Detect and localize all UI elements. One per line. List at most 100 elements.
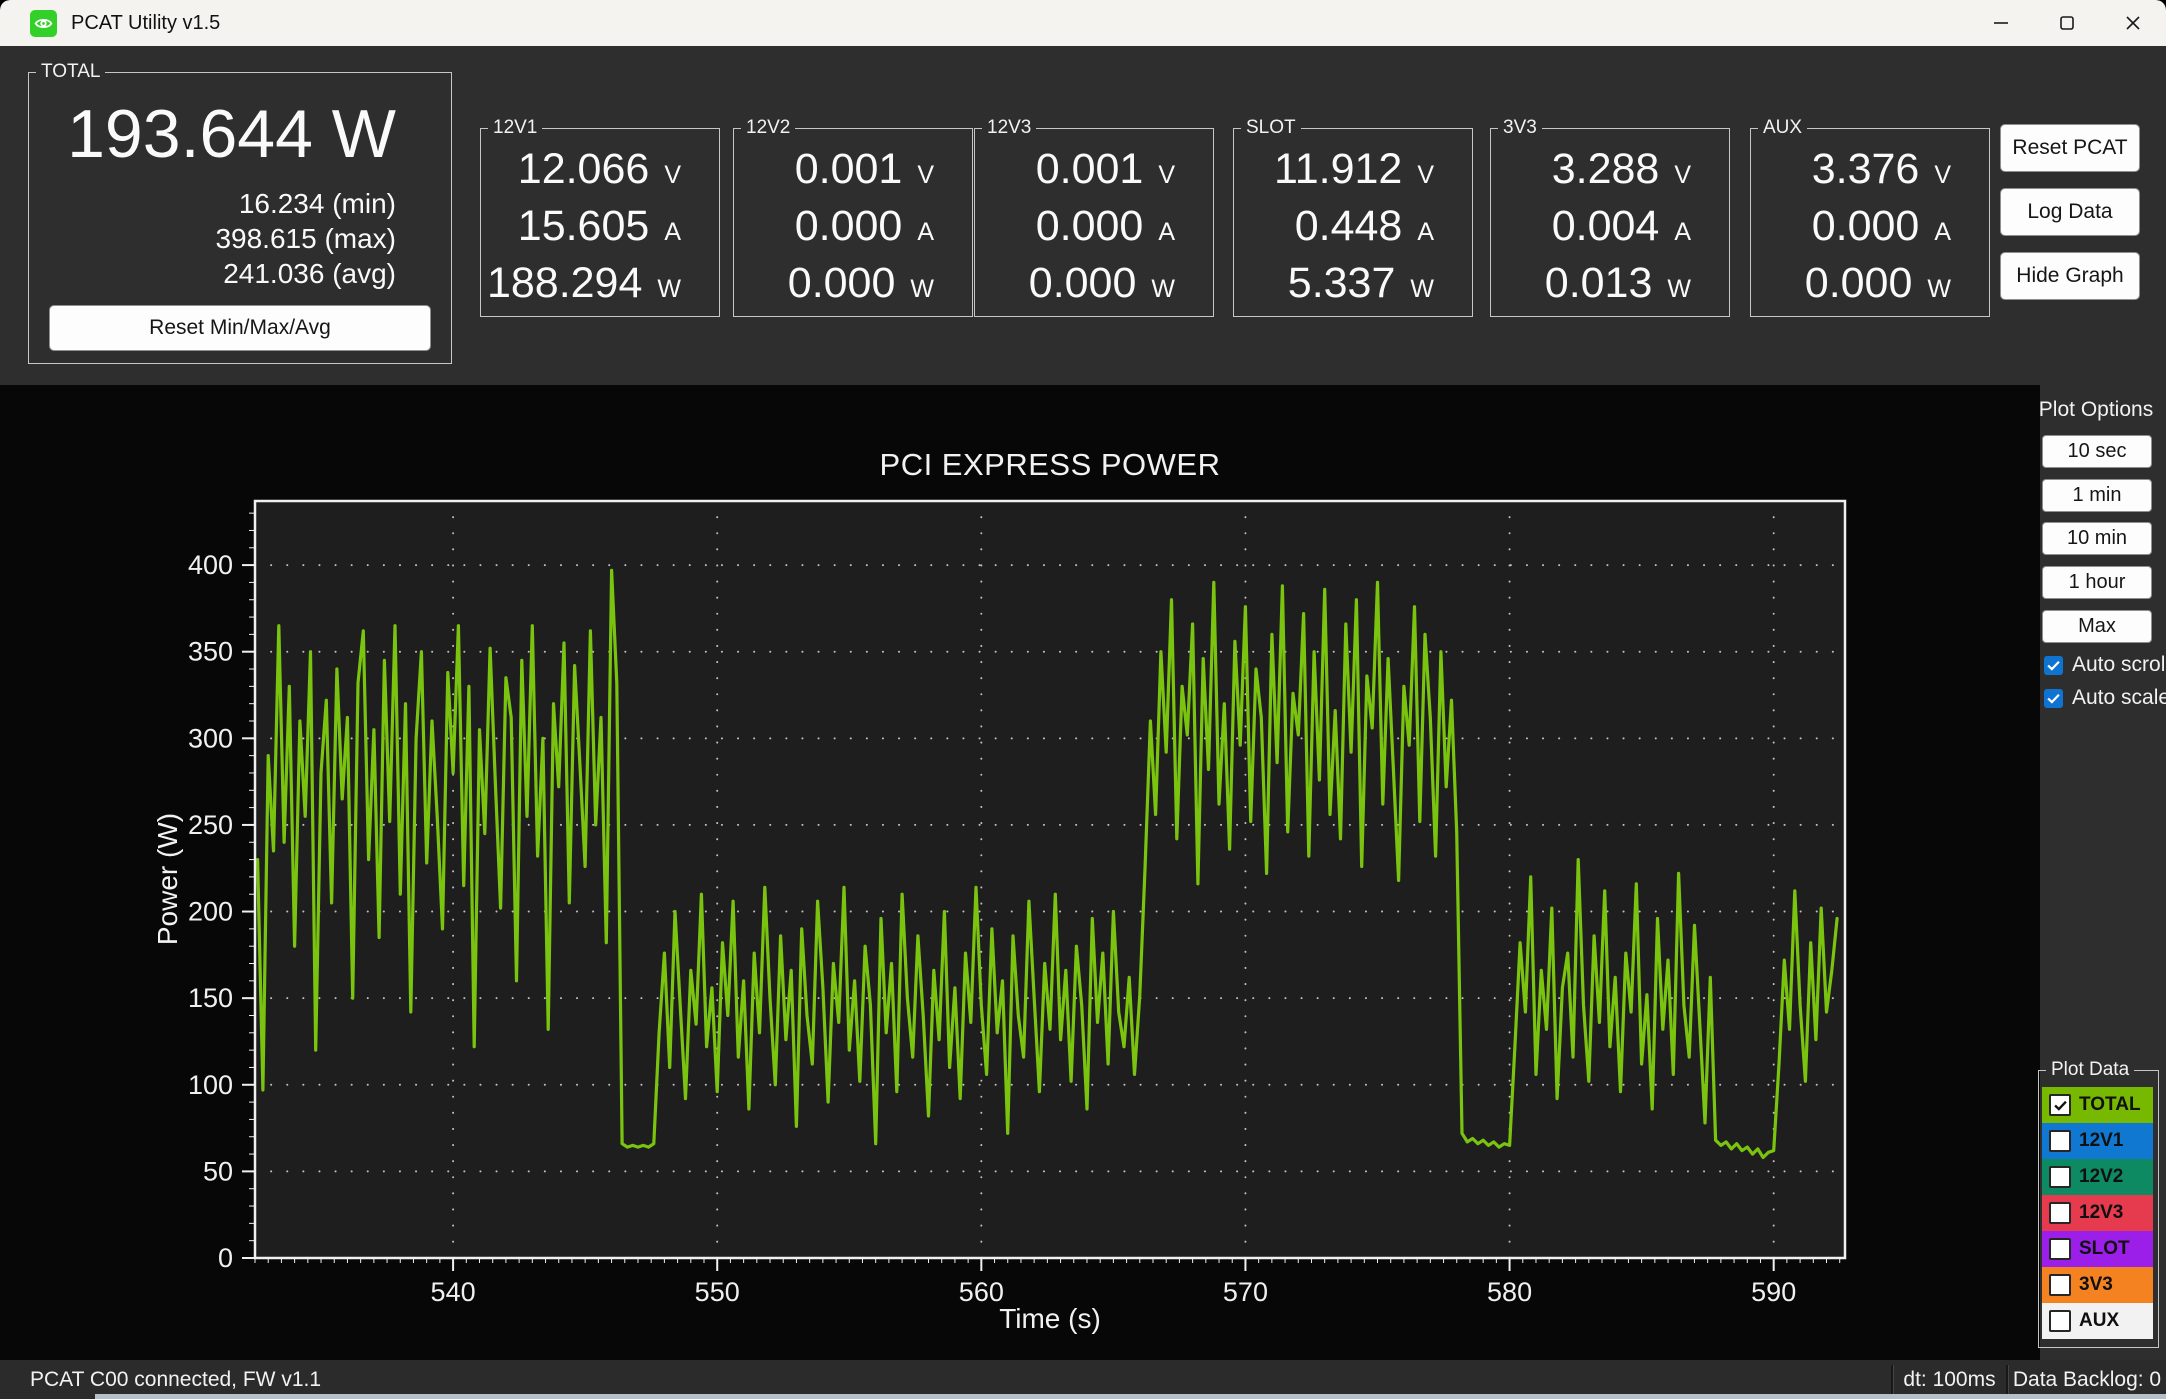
3v3-checkbox-icon (2049, 1274, 2071, 1296)
rail-panel-12v3: 12V3 0.001V 0.000A 0.000W (974, 128, 1214, 317)
plot-range-max-button[interactable]: Max (2042, 610, 2152, 643)
auto-scale-checkbox[interactable]: Auto scale (2044, 686, 2166, 710)
volts-unit: V (1417, 161, 1434, 190)
plot-range-1hour-button[interactable]: 1 hour (2042, 566, 2152, 599)
svg-text:100: 100 (188, 1070, 233, 1100)
plot-range-10sec-button[interactable]: 10 sec (2042, 435, 2152, 468)
rail-panel-12v2: 12V2 0.001V 0.000A 0.000W (733, 128, 973, 317)
plot-data-panel: Plot Data TOTAL 12V1 12V2 12V3 SLOT 3V3 … (2038, 1070, 2159, 1348)
nvidia-logo-icon (30, 10, 57, 37)
minimize-button[interactable] (1968, 0, 2034, 46)
data-backlog-status: Data Backlog: 0 (2008, 1368, 2166, 1392)
svg-text:350: 350 (188, 637, 233, 667)
rail-label: 12V2 (741, 117, 795, 139)
rail-amps: 0.448 (1295, 202, 1403, 251)
legend-label: 3V3 (2079, 1274, 2113, 1296)
watts-unit: W (1667, 275, 1691, 304)
amps-unit: A (1674, 218, 1691, 247)
svg-text:250: 250 (188, 810, 233, 840)
rail-watts: 0.000 (1805, 259, 1913, 308)
volts-unit: V (1934, 161, 1951, 190)
rail-amps: 0.000 (1036, 202, 1144, 251)
auto-scroll-checkbox[interactable]: Auto scroll (2044, 653, 2166, 677)
amps-unit: A (1934, 218, 1951, 247)
rail-watts: 5.337 (1288, 259, 1396, 308)
rail-volts: 0.001 (1036, 145, 1144, 194)
legend-row-aux[interactable]: AUX (2042, 1303, 2153, 1339)
auto-scroll-check-icon (2044, 656, 2063, 675)
total-panel: TOTAL 193.644 W 16.234 (min) 398.615 (ma… (28, 72, 452, 364)
auto-scroll-label: Auto scroll (2072, 653, 2166, 677)
reset-pcat-button[interactable]: Reset PCAT (2000, 124, 2140, 172)
aux-checkbox-icon (2049, 1310, 2071, 1332)
watts-unit: W (1410, 275, 1434, 304)
volts-unit: V (917, 161, 934, 190)
rail-label: 3V3 (1498, 117, 1542, 139)
volts-unit: V (664, 161, 681, 190)
chart-region: PCI EXPRESS POWER Power (W) Time (s) 540… (0, 385, 2040, 1360)
legend-label: SLOT (2079, 1238, 2130, 1260)
legend-label: 12V2 (2079, 1166, 2123, 1188)
svg-text:0: 0 (218, 1243, 233, 1273)
watts-unit: W (910, 275, 934, 304)
rail-amps: 0.004 (1552, 202, 1660, 251)
rail-watts: 0.000 (1029, 259, 1137, 308)
svg-text:400: 400 (188, 550, 233, 580)
rail-volts: 11.912 (1274, 145, 1402, 194)
total-checkbox-icon (2049, 1094, 2071, 1116)
slot-checkbox-icon (2049, 1238, 2071, 1260)
amps-unit: A (664, 218, 681, 247)
legend-row-3v3[interactable]: 3V3 (2042, 1267, 2153, 1303)
plot-options-title: Plot Options (2030, 398, 2162, 422)
amps-unit: A (917, 218, 934, 247)
app-window: PCAT Utility v1.5 TOTAL 193.644 W 16.234… (0, 0, 2166, 1399)
total-min-value: 16.234 (min) (239, 188, 396, 220)
sample-interval-status: dt: 100ms (1893, 1368, 2006, 1392)
plot-range-1min-button[interactable]: 1 min (2042, 479, 2152, 512)
legend-row-12v2[interactable]: 12V2 (2042, 1159, 2153, 1195)
12v2-checkbox-icon (2049, 1166, 2071, 1188)
rail-panel-3v3: 3V3 3.288V 0.004A 0.013W (1490, 128, 1730, 317)
auto-scale-check-icon (2044, 689, 2063, 708)
rail-watts: 188.294 (487, 259, 642, 308)
volts-unit: V (1674, 161, 1691, 190)
total-max-value: 398.615 (max) (215, 223, 396, 255)
rail-watts: 0.000 (788, 259, 896, 308)
legend-row-12v1[interactable]: 12V1 (2042, 1123, 2153, 1159)
rail-label: 12V1 (488, 117, 542, 139)
total-power-value: 193.644 W (67, 95, 396, 173)
legend-row-slot[interactable]: SLOT (2042, 1231, 2153, 1267)
power-plot: 5405505605705805900501001502002503003504… (0, 385, 2040, 1360)
rail-label: AUX (1758, 117, 1807, 139)
titlebar: PCAT Utility v1.5 (0, 0, 2166, 46)
plot-range-10min-button[interactable]: 10 min (2042, 522, 2152, 555)
maximize-button[interactable] (2034, 0, 2100, 46)
rail-amps: 0.000 (795, 202, 903, 251)
legend-row-12v3[interactable]: 12V3 (2042, 1195, 2153, 1231)
watts-unit: W (1151, 275, 1175, 304)
window-bottom-edge (95, 1394, 2166, 1399)
reset-min-max-avg-button[interactable]: Reset Min/Max/Avg (49, 305, 431, 351)
volts-unit: V (1158, 161, 1175, 190)
connection-status: PCAT C00 connected, FW v1.1 (30, 1368, 321, 1392)
rail-volts: 3.288 (1552, 145, 1660, 194)
rail-amps: 15.605 (518, 202, 650, 251)
total-avg-value: 241.036 (avg) (223, 258, 396, 290)
legend-row-total[interactable]: TOTAL (2042, 1087, 2153, 1123)
total-panel-label: TOTAL (36, 61, 105, 83)
12v3-checkbox-icon (2049, 1202, 2071, 1224)
rail-volts: 3.376 (1812, 145, 1920, 194)
plot-data-label: Plot Data (2046, 1059, 2134, 1081)
rail-panel-aux: AUX 3.376V 0.000A 0.000W (1750, 128, 1990, 317)
svg-text:50: 50 (203, 1156, 233, 1186)
watts-unit: W (657, 275, 681, 304)
auto-scale-label: Auto scale (2072, 686, 2166, 710)
svg-text:200: 200 (188, 897, 233, 927)
close-button[interactable] (2100, 0, 2166, 46)
log-data-button[interactable]: Log Data (2000, 188, 2140, 236)
hide-graph-button[interactable]: Hide Graph (2000, 252, 2140, 300)
legend-label: AUX (2079, 1310, 2119, 1332)
legend-label: TOTAL (2079, 1094, 2141, 1116)
amps-unit: A (1417, 218, 1434, 247)
watts-unit: W (1927, 275, 1951, 304)
